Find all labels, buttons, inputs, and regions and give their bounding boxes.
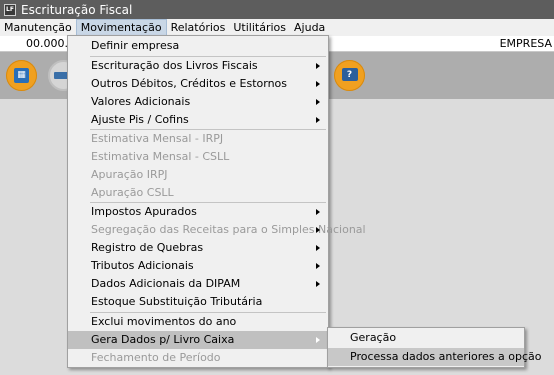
livro-caixa-submenu: Geração Processa dados anteriores a opçã…	[327, 327, 541, 368]
menu-item-impostos-apurados[interactable]: Impostos Apurados	[68, 203, 328, 221]
menu-ajuda[interactable]: Ajuda	[290, 19, 329, 36]
submenu-item-label: Processa dados anteriores a opção	[350, 350, 542, 363]
submenu-arrow-icon	[316, 337, 320, 343]
submenu-arrow-icon	[316, 263, 320, 269]
submenu-arrow-icon	[316, 99, 320, 105]
menu-item-label: Registro de Quebras	[91, 241, 204, 254]
menu-item-label: Estimativa Mensal - CSLL	[91, 150, 230, 163]
menu-item-exclui-movimentos[interactable]: Exclui movimentos do ano	[68, 313, 328, 331]
menu-item-label: Escrituração dos Livros Fiscais	[91, 59, 258, 72]
submenu-arrow-icon	[316, 209, 320, 215]
menu-movimentacao[interactable]: Movimentação	[75, 19, 167, 36]
menu-item-valores-adicionais[interactable]: Valores Adicionais	[68, 93, 328, 111]
menu-item-registro-quebras[interactable]: Registro de Quebras	[68, 239, 328, 257]
menu-item-label: Exclui movimentos do ano	[91, 315, 237, 328]
menu-item-label: Segregação das Receitas para o Simples N…	[91, 223, 366, 236]
menu-item-fechamento-periodo[interactable]: Fechamento de Período	[68, 349, 328, 367]
menu-item-gera-dados-livro-caixa[interactable]: Gera Dados p/ Livro Caixa	[68, 331, 328, 349]
building-icon[interactable]: ▦	[6, 60, 37, 91]
menu-item-label: Valores Adicionais	[91, 95, 191, 108]
menu-relatorios[interactable]: Relatórios	[167, 19, 230, 36]
submenu-item-processa-dados[interactable]: Processa dados anteriores a opção	[328, 348, 541, 366]
menu-item-ajuste-pis-cofins[interactable]: Ajuste Pis / Cofins	[68, 111, 328, 129]
menu-item-label: Apuração CSLL	[91, 186, 174, 199]
menu-item-definir-empresa[interactable]: Definir empresa	[68, 37, 328, 55]
menu-item-apuracao-irpj[interactable]: Apuração IRPJ	[68, 166, 328, 184]
submenu-item-label: Geração	[350, 331, 397, 344]
submenu-arrow-icon	[316, 245, 320, 251]
submenu-arrow-icon	[316, 81, 320, 87]
submenu-arrow-icon	[316, 117, 320, 123]
menu-item-tributos-adicionais[interactable]: Tributos Adicionais	[68, 257, 328, 275]
menu-item-label: Gera Dados p/ Livro Caixa	[91, 333, 235, 346]
title-bar: LF Escrituração Fiscal	[0, 0, 554, 19]
submenu-item-geracao[interactable]: Geração	[328, 329, 524, 347]
menu-item-dados-dipam[interactable]: Dados Adicionais da DIPAM	[68, 275, 328, 293]
menu-item-estoque-st[interactable]: Estoque Substituição Tributária	[68, 293, 328, 311]
menu-item-label: Apuração IRPJ	[91, 168, 168, 181]
menu-bar: Manutenção Movimentação Relatórios Utili…	[0, 19, 554, 36]
menu-item-estimativa-csll[interactable]: Estimativa Mensal - CSLL	[68, 148, 328, 166]
menu-item-escrituracao-livros[interactable]: Escrituração dos Livros Fiscais	[68, 57, 328, 75]
movimentacao-dropdown-menu: Definir empresa Escrituração dos Livros …	[67, 35, 366, 368]
menu-item-label: Definir empresa	[91, 39, 180, 52]
menu-item-label: Estoque Substituição Tributária	[91, 295, 263, 308]
menu-item-segregacao-receitas[interactable]: Segregação das Receitas para o Simples N…	[68, 221, 366, 239]
menu-item-apuracao-csll[interactable]: Apuração CSLL	[68, 184, 328, 202]
menu-item-label: Tributos Adicionais	[91, 259, 194, 272]
submenu-arrow-icon	[316, 281, 320, 287]
menu-item-label: Impostos Apurados	[91, 205, 197, 218]
menu-item-outros-debitos[interactable]: Outros Débitos, Créditos e Estornos	[68, 75, 328, 93]
app-logo-icon: LF	[4, 3, 16, 16]
help-chat-icon[interactable]: ?	[334, 60, 365, 91]
company-label: EMPRESA	[499, 37, 552, 50]
menu-manutencao[interactable]: Manutenção	[0, 19, 76, 36]
menu-item-label: Estimativa Mensal - IRPJ	[91, 132, 224, 145]
menu-item-estimativa-irpj[interactable]: Estimativa Mensal - IRPJ	[68, 130, 328, 148]
menu-item-label: Dados Adicionais da DIPAM	[91, 277, 241, 290]
menu-utilitarios[interactable]: Utilitários	[229, 19, 290, 36]
window-title: Escrituração Fiscal	[21, 2, 133, 17]
menu-item-label: Outros Débitos, Créditos e Estornos	[91, 77, 288, 90]
submenu-arrow-icon	[316, 227, 320, 233]
submenu-arrow-icon	[316, 63, 320, 69]
menu-item-label: Ajuste Pis / Cofins	[91, 113, 189, 126]
menu-item-label: Fechamento de Período	[91, 351, 221, 364]
